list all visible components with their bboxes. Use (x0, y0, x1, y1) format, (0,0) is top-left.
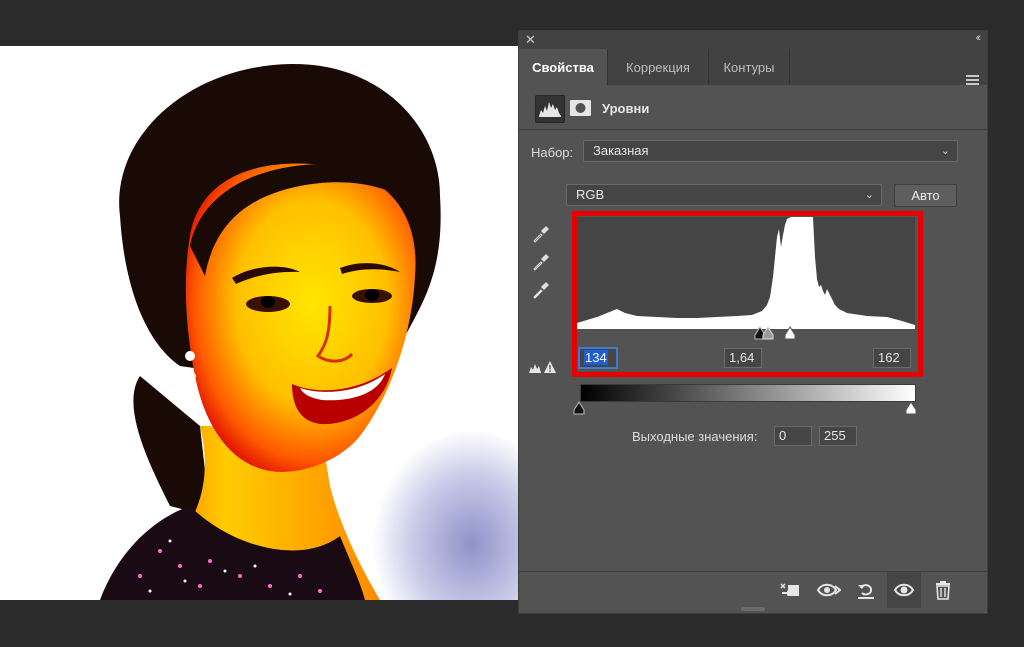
trash-icon[interactable] (932, 580, 954, 600)
panel-tabs: Свойства Коррекция Контуры (519, 49, 987, 85)
portrait-photo (0, 46, 520, 600)
hamburger-menu-icon[interactable] (966, 75, 979, 85)
document-canvas[interactable] (0, 46, 520, 600)
gray-point-eyedropper-icon[interactable] (532, 251, 552, 271)
levels-icon[interactable] (535, 95, 565, 123)
channel-dropdown[interactable]: RGB ⌄ (566, 184, 882, 206)
auto-button[interactable]: Авто (894, 184, 957, 207)
close-icon[interactable]: ✕ (525, 32, 536, 48)
channel-value: RGB (576, 187, 605, 202)
input-black-value: 134 (584, 350, 608, 365)
gray-input-handle (762, 326, 774, 340)
preset-dropdown[interactable]: Заказная ⌄ (583, 140, 958, 162)
output-levels-slider[interactable] (569, 400, 925, 416)
collapse-icon[interactable]: ‹‹ (976, 32, 982, 44)
input-white-field[interactable]: 162 (873, 348, 911, 368)
tab-paths[interactable]: Контуры (709, 49, 790, 85)
properties-panel: ✕ ‹‹ Свойства Коррекция Контуры Уровни Н… (518, 30, 988, 614)
visibility-button[interactable] (887, 572, 921, 608)
chevron-down-icon: ⌄ (940, 145, 950, 157)
output-white-field[interactable]: 255 (819, 426, 857, 446)
panel-titlebar[interactable]: ✕ ‹‹ (519, 31, 987, 49)
view-previous-state-icon[interactable] (816, 580, 842, 600)
panel-bottom-bar (519, 571, 987, 608)
output-levels-label: Выходные значения: (632, 429, 758, 444)
input-black-field[interactable]: 134 (579, 348, 617, 368)
clipping-warning-icon[interactable] (528, 359, 558, 375)
histogram (577, 217, 915, 329)
panel-resize-handle[interactable] (741, 607, 765, 611)
tab-properties[interactable]: Свойства (519, 49, 608, 85)
clip-to-layer-icon[interactable] (779, 580, 801, 600)
white-point-eyedropper-icon[interactable] (532, 279, 552, 299)
input-gamma-field[interactable]: 1,64 (724, 348, 762, 368)
chevron-down-icon: ⌄ (864, 189, 874, 201)
output-black-field[interactable]: 0 (774, 426, 812, 446)
panel-scrollbar[interactable] (971, 131, 981, 567)
layer-mask-icon[interactable] (567, 95, 595, 121)
preset-label: Набор: (531, 145, 574, 160)
adjustment-header: Уровни (519, 85, 987, 130)
input-levels-slider[interactable] (577, 325, 915, 341)
tab-adjustments[interactable]: Коррекция (608, 49, 709, 85)
white-input-handle (784, 326, 796, 340)
adjustment-title: Уровни (602, 101, 650, 116)
reset-icon[interactable] (855, 580, 877, 600)
black-point-eyedropper-icon[interactable] (532, 223, 552, 243)
preset-value: Заказная (593, 143, 649, 158)
